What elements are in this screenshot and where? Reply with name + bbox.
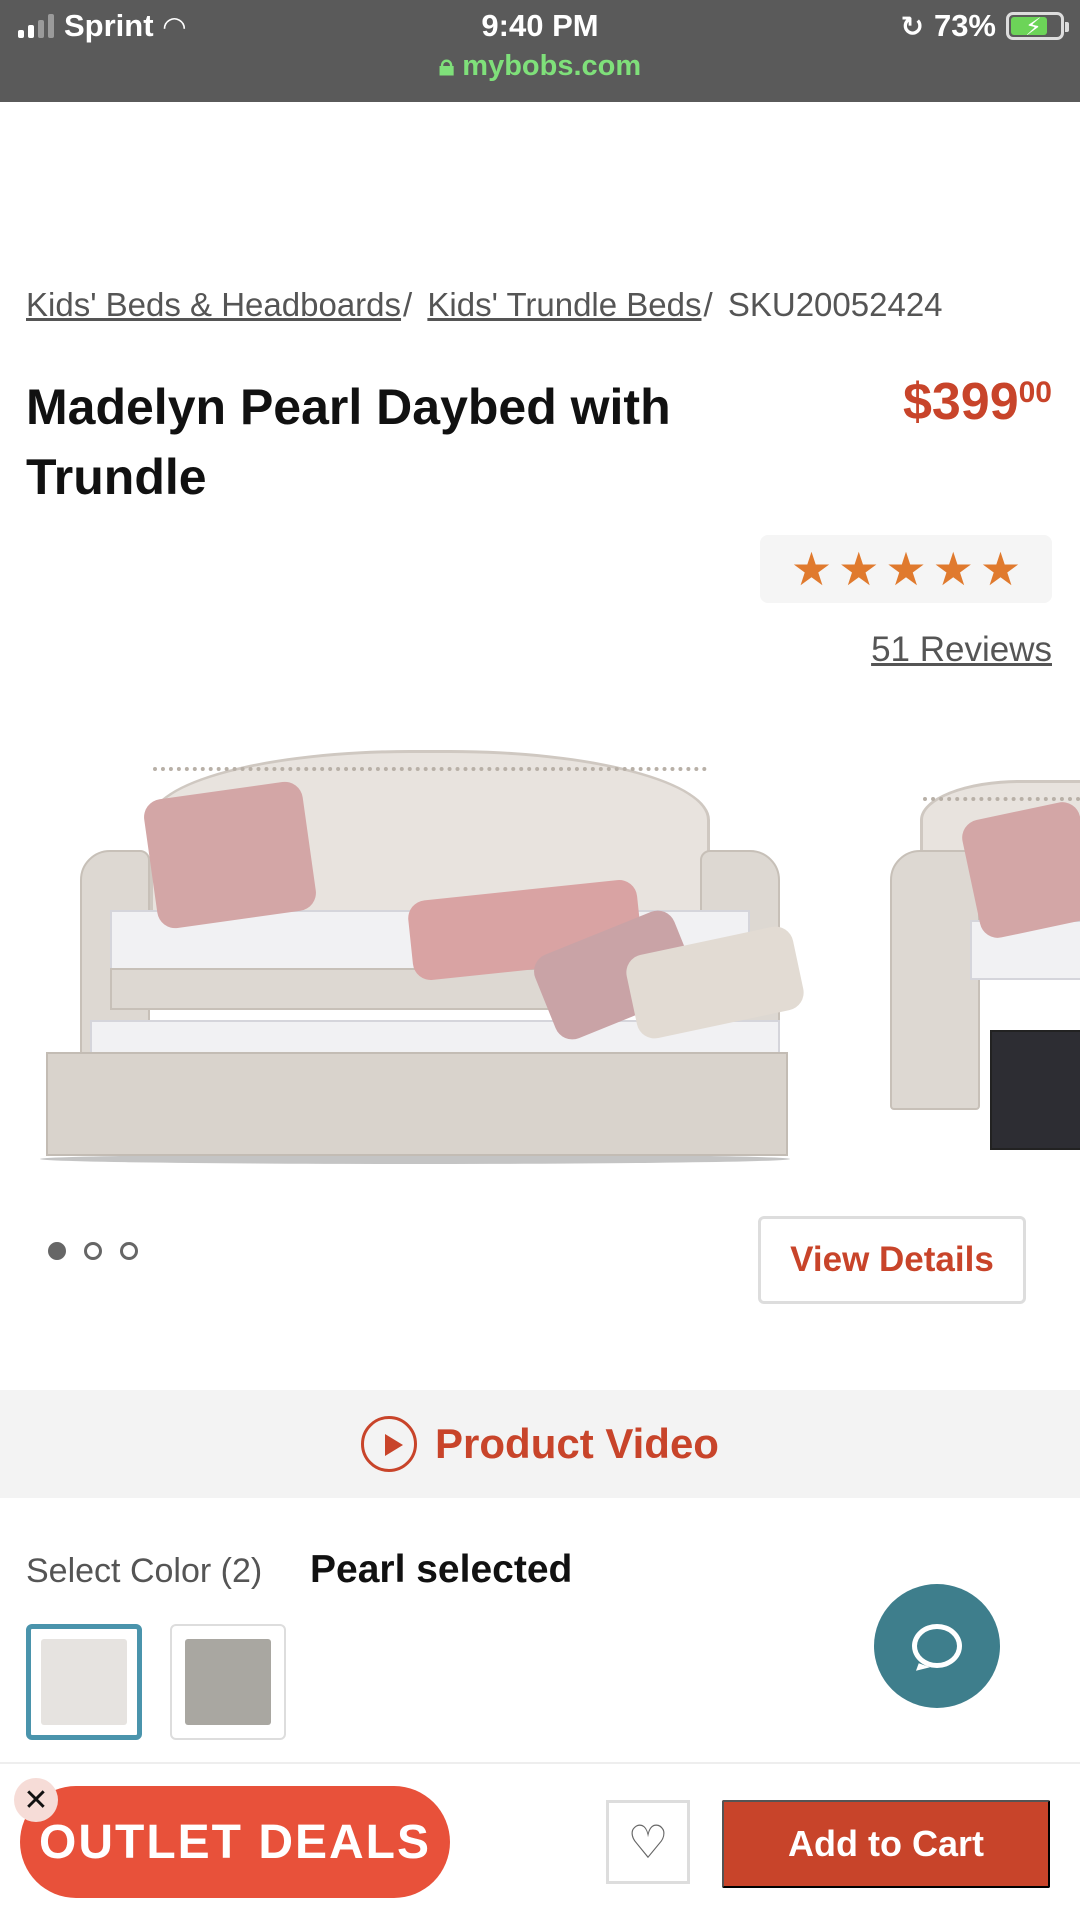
status-right: ↻ 73% ⚡ [900, 8, 1069, 44]
url-bar[interactable]: 🔒︎ mybobs.com [0, 50, 1080, 83]
wishlist-button[interactable]: ♡ [606, 1800, 690, 1884]
carousel-indicator[interactable] [48, 1242, 138, 1260]
product-video-label: Product Video [435, 1420, 719, 1467]
price-dollars: $399 [902, 373, 1019, 431]
outlet-deals-button[interactable]: OUTLET DEALS [20, 1786, 450, 1898]
next-product-image [890, 770, 1080, 1180]
breadcrumb-kids-beds[interactable]: Kids' Beds & Headboards [26, 286, 401, 323]
url-text: mybobs.com [462, 50, 642, 82]
play-icon [361, 1416, 418, 1472]
chat-button[interactable] [874, 1584, 1000, 1708]
star-icon: ★ [838, 543, 880, 595]
carousel-dot[interactable] [48, 1242, 66, 1260]
close-icon[interactable]: ✕ [14, 1778, 58, 1822]
product-image [40, 740, 820, 1180]
breadcrumb-trundle-beds[interactable]: Kids' Trundle Beds [427, 286, 701, 323]
heart-icon: ♡ [627, 1816, 669, 1868]
star-icon: ★ [932, 543, 974, 595]
breadcrumb-separator: / [703, 286, 713, 323]
product-price: $39900 [903, 372, 1052, 432]
product-title: Madelyn Pearl Daybed with Trundle [26, 379, 671, 505]
carousel-dot[interactable] [120, 1242, 138, 1260]
battery-icon: ⚡ [1006, 12, 1069, 41]
price-cents: 00 [1018, 376, 1052, 409]
product-image-carousel[interactable] [0, 720, 1080, 1180]
orientation-lock-icon: ↻ [900, 10, 924, 42]
star-icon: ★ [790, 543, 833, 595]
color-swatch-pearl[interactable] [26, 1624, 142, 1740]
star-icon: ★ [979, 543, 1022, 595]
selected-color-label: Pearl selected [310, 1548, 573, 1591]
chat-icon [912, 1624, 962, 1668]
product-video-button[interactable]: Product Video [0, 1390, 1080, 1498]
reviews-link[interactable]: 51 Reviews [871, 630, 1052, 670]
view-details-button[interactable]: View Details [758, 1216, 1026, 1304]
color-swatch-gray[interactable] [170, 1624, 286, 1740]
lock-icon: 🔒︎ [438, 50, 455, 82]
carousel-dot[interactable] [84, 1242, 102, 1260]
breadcrumb-sku: SKU20052424 [727, 286, 943, 323]
breadcrumb-separator: / [403, 286, 413, 323]
rating-stars[interactable]: ★ ★ ★ ★ ★ [760, 535, 1052, 603]
status-bar: Sprint ◠ 9:40 PM ↻ 73% ⚡ 🔒︎ mybobs.com [0, 0, 1080, 102]
breadcrumb: Kids' Beds & Headboards/ Kids' Trundle B… [26, 286, 943, 324]
star-icon: ★ [885, 543, 927, 595]
select-color-label: Select Color (2) [26, 1552, 263, 1590]
add-to-cart-button[interactable]: Add to Cart [722, 1800, 1050, 1888]
battery-percent: 73% [933, 8, 996, 43]
